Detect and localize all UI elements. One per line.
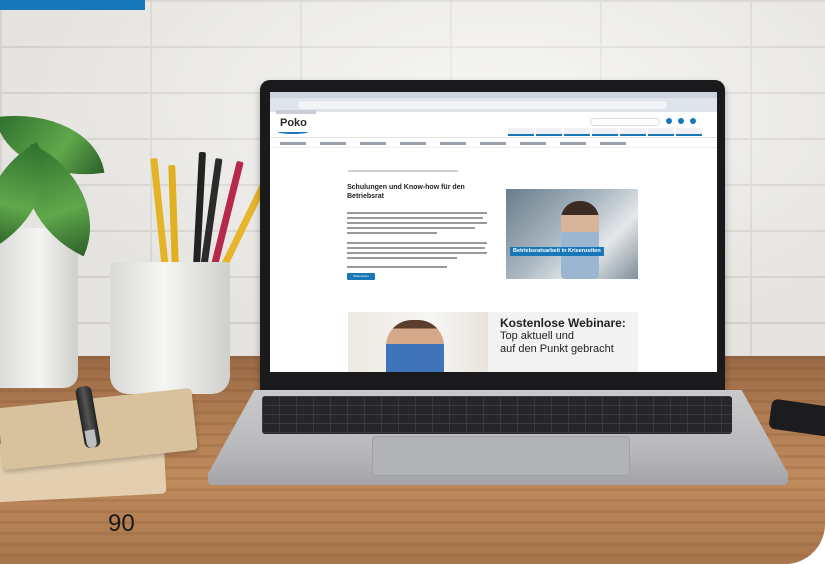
site-header: Poko: [270, 112, 717, 138]
segment-tab: [676, 128, 702, 136]
nav-item: [520, 142, 546, 145]
body-text-line: [347, 212, 487, 214]
body-text-line: [347, 247, 485, 249]
body-text-line: [347, 232, 437, 234]
address-bar: [298, 101, 667, 109]
page-title: Schulungen und Know-how für den Betriebs…: [347, 184, 465, 200]
read-more-label: Weiterlesen: [353, 274, 369, 278]
breadcrumb: [348, 170, 458, 172]
pencil-cup: [110, 262, 230, 394]
webinar-subtitle-2: auf den Punkt gebracht: [500, 343, 614, 355]
nav-item: [400, 142, 426, 145]
laptop-bezel-bottom: [270, 372, 717, 388]
page-number: 90: [108, 510, 135, 537]
site-logo: Poko: [280, 117, 307, 129]
laptop-screen: Poko Schulungen und Know-how für den Bet…: [270, 92, 717, 372]
logo-swoosh: [278, 130, 308, 134]
segment-tab: [536, 128, 562, 136]
segment-tabs: [508, 128, 702, 136]
desk-photo: Poko Schulungen und Know-how für den Bet…: [0, 0, 825, 564]
webinar-subtitle-1: Top aktuell und: [500, 330, 574, 342]
hero-person: [561, 201, 599, 279]
headset-person: [386, 320, 444, 372]
nav-item: [480, 142, 506, 145]
segment-tab: [592, 128, 618, 136]
nav-item: [600, 142, 626, 145]
read-more-button[interactable]: Weiterlesen: [347, 273, 375, 280]
phone-icon: [666, 118, 672, 124]
user-icon: [678, 118, 684, 124]
body-text-line: [347, 222, 487, 224]
body-text-line: [347, 217, 483, 219]
segment-tab: [648, 128, 674, 136]
nav-item: [560, 142, 586, 145]
segment-tab: [620, 128, 646, 136]
laptop-keyboard: [262, 396, 732, 434]
body-text-line: [347, 266, 447, 268]
segment-tab: [564, 128, 590, 136]
browser-chrome: [270, 92, 717, 114]
webinar-text: Kostenlose Webinare: Top aktuell und auf…: [500, 316, 638, 356]
hero-caption: Betriebsratsarbeit in Krisenzeiten: [510, 247, 604, 256]
plant-pot: [0, 228, 78, 388]
webinar-banner[interactable]: Kostenlose Webinare: Top aktuell und auf…: [348, 312, 638, 372]
webinar-photo: [348, 312, 488, 372]
hero-image: Betriebsratsarbeit in Krisenzeiten: [506, 189, 638, 279]
body-text-line: [347, 252, 487, 254]
cart-icon: [690, 118, 696, 124]
nav-item: [280, 142, 306, 145]
segment-tab: [508, 128, 534, 136]
body-text-line: [347, 257, 457, 259]
laptop-trackpad: [372, 436, 630, 476]
browser-tabstrip: [270, 92, 717, 98]
nav-item: [360, 142, 386, 145]
site-search-box: [590, 118, 660, 126]
body-text-line: [347, 242, 487, 244]
nav-item: [320, 142, 346, 145]
blue-accent-tab: [0, 0, 145, 10]
webinar-title: Kostenlose Webinare:: [500, 316, 626, 330]
nav-item: [440, 142, 466, 145]
site-nav: [270, 138, 717, 148]
body-text-line: [347, 227, 475, 229]
